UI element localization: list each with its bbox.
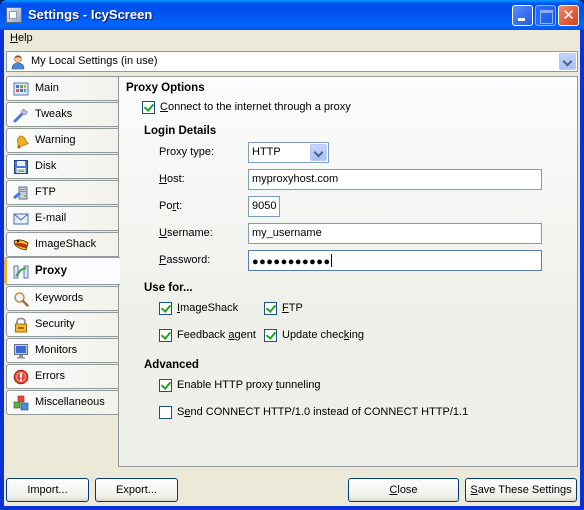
proxy-options-heading: Proxy Options (126, 82, 205, 94)
tab-security[interactable]: Security (6, 312, 119, 337)
main-grid-icon (13, 82, 29, 96)
tab-warning[interactable]: Warning (6, 128, 119, 153)
text-cursor (330, 254, 332, 267)
chevron-down-icon[interactable] (310, 144, 327, 161)
settings-window: Settings - IcyScreen ✕ Help My Local Set… (0, 0, 584, 510)
minimize-button[interactable] (512, 5, 533, 26)
proxy-type-select[interactable]: HTTP (248, 142, 329, 163)
imageshack-frog-icon (13, 239, 29, 251)
menu-help[interactable]: Help (10, 32, 33, 44)
password-input[interactable]: ●●●●●●●●●●● (248, 250, 542, 271)
bell-icon (17, 135, 29, 149)
proxy-type-value: HTTP (252, 146, 281, 158)
cubes-icon (13, 395, 29, 411)
app-icon (6, 7, 22, 23)
port-label: Port: (159, 200, 183, 212)
password-label: Password: (159, 254, 211, 266)
tab-errors[interactable]: Errors (6, 364, 119, 389)
use-for-ftp-checkbox[interactable] (264, 302, 277, 315)
save-settings-button[interactable]: Save These Settings (465, 478, 577, 502)
user-icon (11, 55, 25, 70)
host-input[interactable]: myproxyhost.com (248, 169, 542, 190)
connect-via-proxy-label[interactable]: Connect to the internet through a proxy (160, 101, 351, 113)
window-title: Settings - IcyScreen (28, 7, 153, 22)
proxy-type-label: Proxy type: (159, 146, 215, 158)
ftp-icon (13, 186, 28, 200)
use-for-feedback-agent-checkbox[interactable] (159, 329, 172, 342)
connect-http10-label[interactable]: Send CONNECT HTTP/1.0 instead of CONNECT… (177, 406, 468, 418)
client-area: Help My Local Settings (in use) Main Twe… (4, 30, 580, 506)
tab-keywords[interactable]: Keywords (6, 286, 119, 311)
connect-label-rest: onnect to the internet through a proxy (167, 101, 351, 113)
http-tunneling-checkbox[interactable] (159, 379, 172, 392)
profile-dropdown[interactable]: My Local Settings (in use) (6, 51, 578, 72)
error-icon (13, 369, 29, 385)
close-button[interactable]: Close (348, 478, 459, 502)
tab-disk[interactable]: Disk (6, 154, 119, 179)
floppy-disk-icon (14, 160, 28, 174)
envelope-icon (13, 213, 29, 225)
use-for-ftp-label[interactable]: FTP (282, 302, 303, 314)
maximize-button[interactable] (535, 5, 556, 26)
use-for-feedback-agent-label[interactable]: Feedback agent (177, 329, 256, 341)
use-for-update-checking-label[interactable]: Update checking (282, 329, 364, 341)
proxy-options-panel: Proxy Options Connect to the internet th… (118, 76, 578, 467)
use-for-imageshack-checkbox[interactable] (159, 302, 172, 315)
magnifier-icon (14, 292, 29, 307)
proxy-network-icon (13, 265, 29, 279)
monitor-icon (14, 344, 28, 359)
connect-http10-checkbox[interactable] (159, 406, 172, 419)
advanced-heading: Advanced (144, 359, 199, 371)
profile-selected: My Local Settings (in use) (31, 55, 158, 67)
login-details-heading: Login Details (144, 125, 217, 137)
tab-miscellaneous[interactable]: Miscellaneous (6, 390, 119, 415)
import-button[interactable]: Import... (6, 478, 89, 502)
use-for-update-checking-checkbox[interactable] (264, 329, 277, 342)
close-icon: ✕ (562, 7, 575, 24)
tab-imageshack[interactable]: ImageShack (6, 232, 119, 257)
use-for-heading: Use for... (144, 282, 193, 294)
tab-email[interactable]: E-mail (6, 206, 119, 231)
tab-main[interactable]: Main (6, 76, 119, 101)
wrench-icon (13, 108, 28, 123)
username-input[interactable]: my_username (248, 223, 542, 244)
menu-bar: Help (4, 30, 580, 48)
tab-proxy[interactable]: Proxy (4, 257, 120, 285)
username-label: Username: (159, 227, 213, 239)
connect-via-proxy-checkbox[interactable] (142, 101, 155, 114)
use-for-imageshack-label[interactable]: ImageShack (177, 302, 238, 314)
title-bar[interactable]: Settings - IcyScreen ✕ (0, 0, 584, 30)
export-button[interactable]: Export... (95, 478, 178, 502)
tab-tweaks[interactable]: Tweaks (6, 102, 119, 127)
close-window-button[interactable]: ✕ (558, 5, 579, 26)
tab-ftp[interactable]: FTP (6, 180, 119, 205)
padlock-icon (15, 317, 27, 333)
tab-monitors[interactable]: Monitors (6, 338, 119, 363)
http-tunneling-label[interactable]: Enable HTTP proxy tunneling (177, 379, 321, 391)
port-input[interactable]: 9050 (248, 196, 280, 217)
host-label: Host: (159, 173, 185, 185)
chevron-down-icon[interactable] (559, 53, 576, 70)
